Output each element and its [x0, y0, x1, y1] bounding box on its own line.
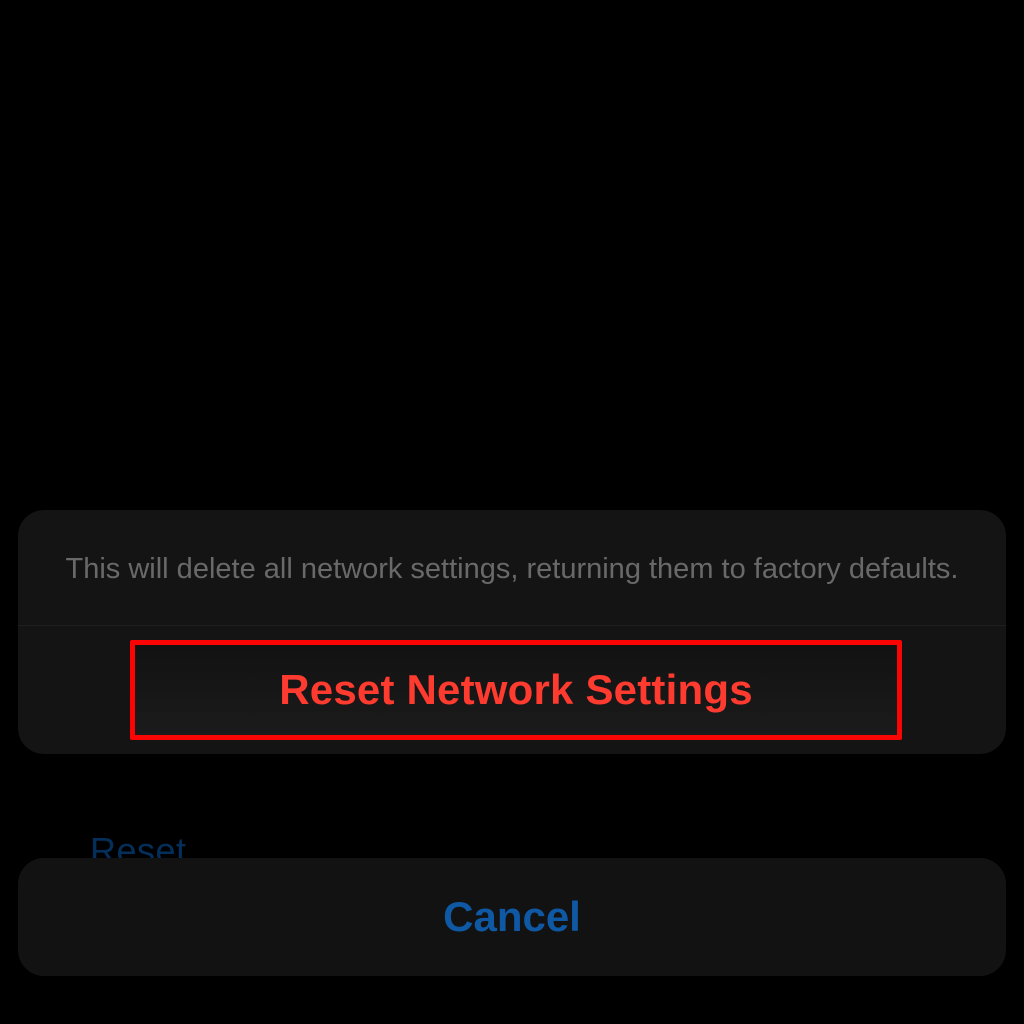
reset-network-settings-row[interactable]: Reset Network Settings — [18, 626, 1006, 754]
action-sheet: This will delete all network settings, r… — [18, 510, 1006, 754]
reset-network-settings-highlight[interactable]: Reset Network Settings — [130, 640, 902, 740]
dialog-message: This will delete all network settings, r… — [18, 510, 1006, 626]
cancel-button[interactable]: Cancel — [18, 858, 1006, 976]
cancel-label: Cancel — [443, 893, 581, 941]
reset-network-settings-label: Reset Network Settings — [279, 666, 753, 714]
